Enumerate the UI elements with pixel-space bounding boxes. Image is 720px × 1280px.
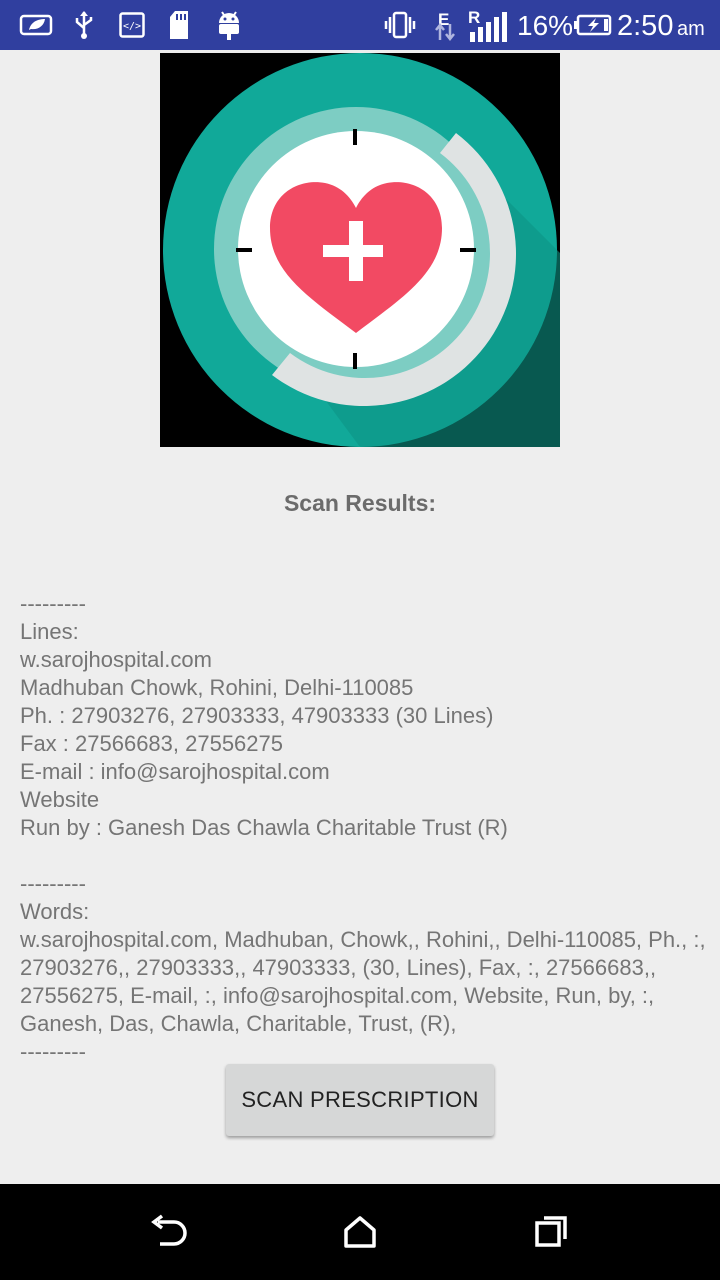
android-icon xyxy=(214,8,244,42)
developer-icon: </> xyxy=(118,8,146,42)
scan-results-heading: Scan Results: xyxy=(283,490,437,516)
heart-clock-logo-icon xyxy=(160,53,560,447)
back-icon[interactable] xyxy=(144,1208,192,1256)
clock-time: 2:50 xyxy=(617,10,674,42)
home-icon[interactable] xyxy=(336,1208,384,1256)
app-logo xyxy=(160,53,560,447)
usb-icon xyxy=(72,8,96,42)
svg-text:</>: </> xyxy=(123,21,141,32)
recents-icon[interactable] xyxy=(528,1208,576,1256)
main-content: Scan Results: --------- Lines: w.sarojho… xyxy=(0,50,720,1184)
signal-icon xyxy=(468,10,510,44)
scan-prescription-button[interactable]: SCAN PRESCRIPTION xyxy=(226,1064,494,1136)
sd-card-icon xyxy=(168,8,190,42)
battery-charging-icon xyxy=(574,8,612,42)
clock-am-pm: am xyxy=(677,18,705,40)
data-arrows-icon xyxy=(434,22,456,42)
scan-results-text: --------- Lines: w.sarojhospital.com Mad… xyxy=(20,591,706,1058)
battery-percent: 16% xyxy=(517,10,574,41)
leaf-notification-icon xyxy=(18,8,54,42)
navigation-bar xyxy=(0,1184,720,1280)
status-bar: </> E R 16% 2:50 am xyxy=(0,0,720,50)
vibrate-icon xyxy=(384,8,416,42)
